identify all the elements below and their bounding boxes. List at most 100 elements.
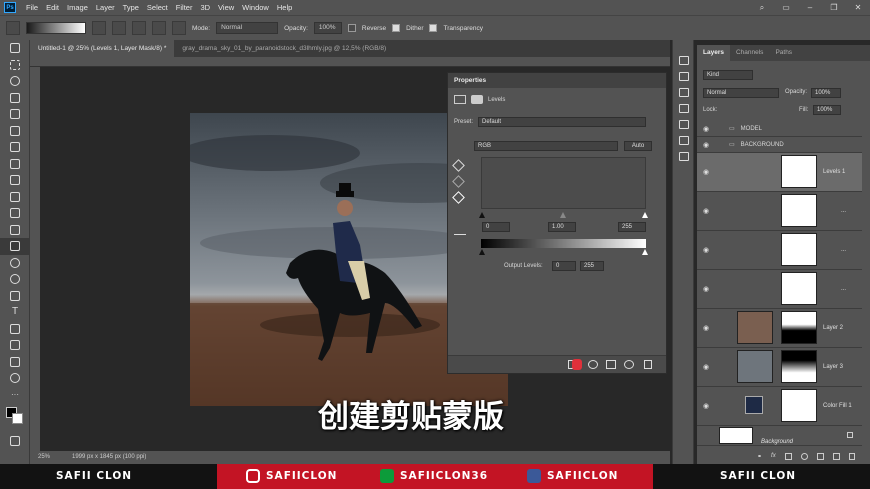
layer-row-adjustment-3[interactable]: ◉ ... bbox=[697, 270, 862, 309]
brush-settings-icon[interactable] bbox=[673, 100, 695, 116]
layer-row-levels-1[interactable]: ◉ Levels 1 bbox=[697, 153, 862, 192]
menu-image[interactable]: Image bbox=[63, 3, 92, 12]
blend-mode-select[interactable]: Normal bbox=[703, 88, 779, 98]
eye-icon[interactable]: ◉ bbox=[697, 168, 715, 176]
clipping-warning-icon[interactable] bbox=[454, 227, 466, 235]
zoom-tool-icon[interactable] bbox=[0, 370, 30, 387]
dodge-tool-icon[interactable] bbox=[0, 271, 30, 288]
group-model[interactable]: ◉ ▭ MODEL bbox=[697, 121, 862, 137]
layer-opacity-input[interactable]: 100% bbox=[811, 88, 841, 98]
input-gray-slider[interactable] bbox=[560, 212, 566, 218]
path-select-tool-icon[interactable] bbox=[0, 321, 30, 338]
trash-icon[interactable] bbox=[848, 452, 855, 460]
diamond-gradient-icon[interactable] bbox=[172, 21, 186, 35]
layer-mask-thumbnail[interactable] bbox=[781, 155, 817, 188]
add-mask-icon[interactable] bbox=[784, 452, 792, 460]
workspace-icon[interactable]: ▭ bbox=[774, 0, 798, 15]
eye-icon[interactable]: ◉ bbox=[697, 125, 715, 133]
eye-icon[interactable]: ◉ bbox=[697, 141, 715, 149]
eye-icon[interactable]: ◉ bbox=[697, 207, 715, 215]
layer-thumbnail[interactable] bbox=[737, 350, 773, 383]
dither-checkbox[interactable] bbox=[392, 24, 401, 32]
output-white-slider[interactable] bbox=[642, 249, 648, 255]
paragraph-icon[interactable] bbox=[673, 148, 695, 164]
new-layer-icon[interactable] bbox=[832, 452, 840, 460]
group-background[interactable]: ◉ ▭ BACKGROUND bbox=[697, 137, 862, 153]
healing-brush-tool-icon[interactable] bbox=[0, 156, 30, 173]
reflected-gradient-icon[interactable] bbox=[152, 21, 166, 35]
gradient-tool-icon[interactable] bbox=[0, 238, 30, 255]
new-adjustment-icon[interactable] bbox=[800, 452, 808, 460]
eye-icon[interactable]: ◉ bbox=[697, 324, 715, 332]
output-black-field[interactable]: 0 bbox=[552, 261, 576, 271]
filter-icons[interactable] bbox=[759, 71, 839, 79]
minimize-icon[interactable]: – bbox=[798, 0, 822, 15]
layer-row-color-fill-1[interactable]: ◉ Color Fill 1 bbox=[697, 387, 862, 426]
preset-select[interactable]: Default bbox=[478, 117, 646, 127]
menu-help[interactable]: Help bbox=[273, 3, 296, 12]
layer-mask-thumbnail[interactable] bbox=[781, 350, 817, 383]
layer-mask-thumbnail[interactable] bbox=[781, 272, 817, 305]
visibility-icon[interactable] bbox=[624, 360, 634, 369]
output-black-slider[interactable] bbox=[479, 249, 485, 255]
stamp-tool-icon[interactable] bbox=[0, 189, 30, 206]
linear-gradient-icon[interactable] bbox=[92, 21, 106, 35]
output-white-field[interactable]: 255 bbox=[580, 261, 604, 271]
history-icon[interactable] bbox=[673, 52, 695, 68]
tab-untitled-1[interactable]: Untitled-1 @ 25% (Levels 1, Layer Mask/8… bbox=[30, 40, 175, 57]
lasso-tool-icon[interactable] bbox=[0, 73, 30, 90]
frame-tool-icon[interactable] bbox=[0, 123, 30, 140]
move-tool-icon[interactable] bbox=[0, 40, 30, 57]
eyedropper-tool-icon[interactable] bbox=[0, 139, 30, 156]
tab-sky-image[interactable]: gray_drama_sky_01_by_paranoidstock_d3lhm… bbox=[174, 40, 394, 57]
gray-eyedropper-icon[interactable] bbox=[452, 175, 465, 188]
pen-tool-icon[interactable] bbox=[0, 288, 30, 305]
layer-row-layer-2[interactable]: ◉ Layer 2 bbox=[697, 309, 862, 348]
layer-row-adjustment-2[interactable]: ◉ ... bbox=[697, 231, 862, 270]
character-icon[interactable] bbox=[673, 132, 695, 148]
tab-layers[interactable]: Layers bbox=[697, 45, 730, 61]
new-group-icon[interactable] bbox=[816, 452, 824, 460]
menu-view[interactable]: View bbox=[214, 3, 238, 12]
reverse-checkbox[interactable] bbox=[347, 24, 356, 32]
kind-filter-select[interactable]: Kind bbox=[703, 70, 753, 80]
layer-mask-thumbnail[interactable] bbox=[781, 194, 817, 227]
menu-type[interactable]: Type bbox=[119, 3, 143, 12]
eye-icon[interactable]: ◉ bbox=[697, 402, 715, 410]
angle-gradient-icon[interactable] bbox=[132, 21, 146, 35]
auto-button[interactable]: Auto bbox=[624, 141, 652, 151]
reset-icon[interactable] bbox=[606, 360, 616, 369]
input-gray-field[interactable]: 1.00 bbox=[548, 222, 576, 232]
layer-mask-thumbnail[interactable] bbox=[781, 233, 817, 266]
white-eyedropper-icon[interactable] bbox=[452, 191, 465, 204]
layer-thumbnail[interactable] bbox=[737, 311, 773, 344]
layer-row-background[interactable]: Background bbox=[697, 426, 862, 446]
marquee-tool-icon[interactable] bbox=[0, 57, 30, 74]
menu-file[interactable]: File bbox=[22, 3, 42, 12]
quick-select-tool-icon[interactable] bbox=[0, 90, 30, 107]
trash-icon[interactable] bbox=[644, 360, 652, 369]
eye-icon[interactable]: ◉ bbox=[697, 285, 715, 293]
menu-layer[interactable]: Layer bbox=[92, 3, 119, 12]
crop-tool-icon[interactable] bbox=[0, 106, 30, 123]
type-tool-icon[interactable]: T bbox=[0, 304, 30, 321]
close-icon[interactable]: ✕ bbox=[846, 0, 870, 15]
mask-icon[interactable] bbox=[471, 95, 483, 104]
menu-filter[interactable]: Filter bbox=[172, 3, 197, 12]
channel-select[interactable]: RGB bbox=[474, 141, 618, 151]
layer-row-adjustment-1[interactable]: ◉ ... bbox=[697, 192, 862, 231]
libraries-icon[interactable] bbox=[673, 84, 695, 100]
tab-paths[interactable]: Paths bbox=[769, 45, 798, 61]
radial-gradient-icon[interactable] bbox=[112, 21, 126, 35]
adjustments-icon[interactable] bbox=[673, 68, 695, 84]
more-tools-icon[interactable]: ··· bbox=[0, 387, 30, 404]
menu-window[interactable]: Window bbox=[238, 3, 273, 12]
eye-icon[interactable]: ◉ bbox=[697, 246, 715, 254]
color-swatches[interactable] bbox=[0, 403, 30, 433]
menu-edit[interactable]: Edit bbox=[42, 3, 63, 12]
layer-thumbnail[interactable] bbox=[719, 427, 753, 444]
properties-icon[interactable] bbox=[673, 116, 695, 132]
layer-style-icon[interactable]: fx bbox=[771, 453, 776, 459]
brush-tool-icon[interactable] bbox=[0, 172, 30, 189]
shape-tool-icon[interactable] bbox=[0, 337, 30, 354]
